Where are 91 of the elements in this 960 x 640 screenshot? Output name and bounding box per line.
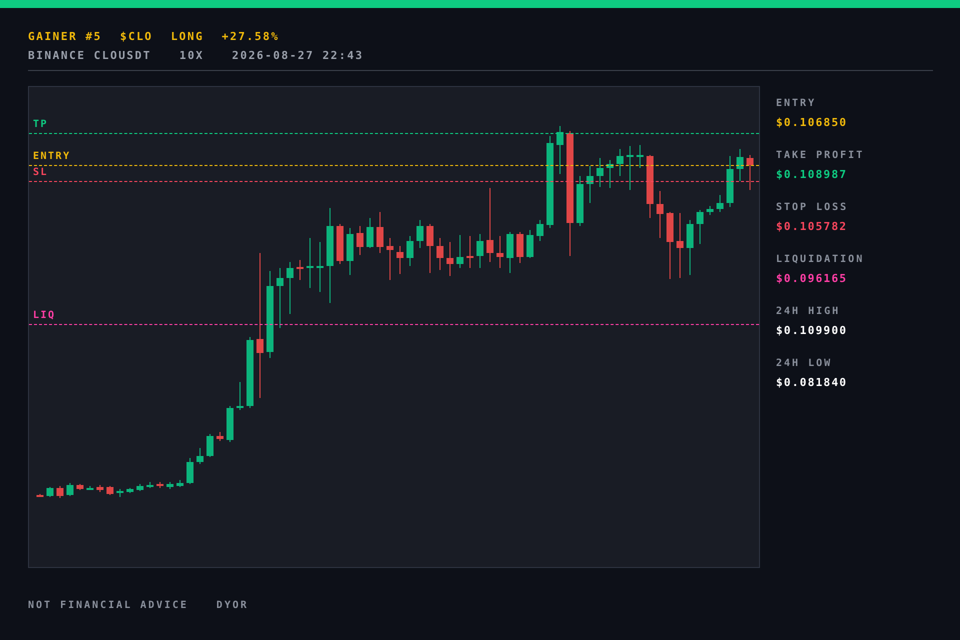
- candle: [216, 432, 224, 442]
- stat-label: TAKE PROFIT: [776, 150, 864, 161]
- candle: [446, 242, 454, 276]
- candle: [686, 220, 694, 276]
- stat-value: $0.081840: [776, 376, 848, 389]
- candle: [156, 482, 164, 488]
- candle: [456, 234, 464, 268]
- stat-label: ENTRY: [776, 98, 818, 109]
- candle: [86, 486, 94, 490]
- candle: [416, 220, 424, 248]
- disclaimer-text: DYOR: [216, 600, 249, 611]
- candle: [116, 488, 124, 498]
- candle: [506, 232, 514, 274]
- candle: [646, 154, 654, 218]
- candle: [496, 236, 504, 268]
- candle: [56, 486, 64, 498]
- candle: [296, 260, 304, 280]
- candle: [276, 268, 284, 328]
- candle: [166, 482, 174, 490]
- candle: [366, 218, 374, 248]
- signal-title: LONG: [170, 30, 204, 43]
- stat-label: 24H LOW: [776, 358, 834, 369]
- stat-label: STOP LOSS: [776, 202, 850, 213]
- candle: [306, 238, 314, 288]
- candle: [336, 224, 344, 264]
- candle: [66, 482, 74, 496]
- candle: [436, 238, 444, 270]
- stat-value: $0.109900: [776, 324, 848, 337]
- candle: [346, 228, 354, 276]
- candle: [596, 158, 604, 188]
- price-line-label: LIQ: [33, 310, 56, 322]
- candle: [176, 480, 184, 488]
- signal-title: +27.58%: [222, 30, 280, 43]
- candle: [146, 482, 154, 488]
- candle: [576, 176, 584, 226]
- stat-value: $0.108987: [776, 168, 848, 181]
- candle: [586, 166, 594, 204]
- candle: [656, 190, 664, 238]
- signal-title: $CLO: [120, 30, 153, 43]
- candle: [616, 148, 624, 176]
- candle: [206, 434, 214, 458]
- candle: [666, 212, 674, 280]
- price-line-label: TP: [33, 119, 48, 132]
- candle: [716, 194, 724, 212]
- candle: [106, 486, 114, 496]
- candle: [316, 242, 324, 292]
- candle: [286, 262, 294, 314]
- candle: [736, 148, 744, 182]
- candle: [406, 236, 414, 266]
- candle: [706, 206, 714, 216]
- candle: [376, 212, 384, 254]
- candle: [126, 488, 134, 494]
- candle: [186, 458, 194, 484]
- candle: [476, 234, 484, 268]
- signal-meta: 10X: [179, 49, 204, 62]
- stat-value: $0.096165: [776, 272, 848, 285]
- candle: [96, 484, 104, 492]
- candle: [36, 494, 44, 498]
- candle: [726, 156, 734, 208]
- price-line-label: SL: [33, 166, 48, 179]
- signal-meta: 2026-08-27 22:43: [232, 49, 364, 62]
- candle: [556, 126, 564, 174]
- candle: [626, 146, 634, 190]
- candle: [526, 230, 534, 258]
- candle: [246, 336, 254, 408]
- candle: [236, 382, 244, 410]
- disclaimer-text: NOT FINANCIAL ADVICE: [28, 600, 188, 611]
- candle: [696, 210, 704, 244]
- signal-title: GAINER #5: [28, 30, 102, 43]
- candle: [426, 224, 434, 274]
- candle: [676, 212, 684, 278]
- candle: [226, 406, 234, 442]
- candle: [356, 226, 364, 256]
- candle: [196, 448, 204, 464]
- signal-meta: BINANCE CLOUSDT: [28, 49, 152, 62]
- stat-label: 24H HIGH: [776, 306, 842, 317]
- candle: [396, 246, 404, 274]
- candle: [386, 238, 394, 280]
- stat-value: $0.106850: [776, 116, 848, 129]
- candle: [536, 220, 544, 242]
- stat-value: $0.105782: [776, 220, 848, 233]
- candle: [46, 486, 54, 498]
- price-line-label: ENTRY: [33, 151, 71, 163]
- candle: [636, 144, 644, 168]
- candle: [746, 154, 754, 190]
- stat-label: LIQUIDATION: [776, 254, 864, 265]
- candle: [136, 484, 144, 492]
- candle: [76, 484, 84, 490]
- candle: [516, 232, 524, 264]
- candle: [606, 160, 614, 188]
- candle: [466, 236, 474, 268]
